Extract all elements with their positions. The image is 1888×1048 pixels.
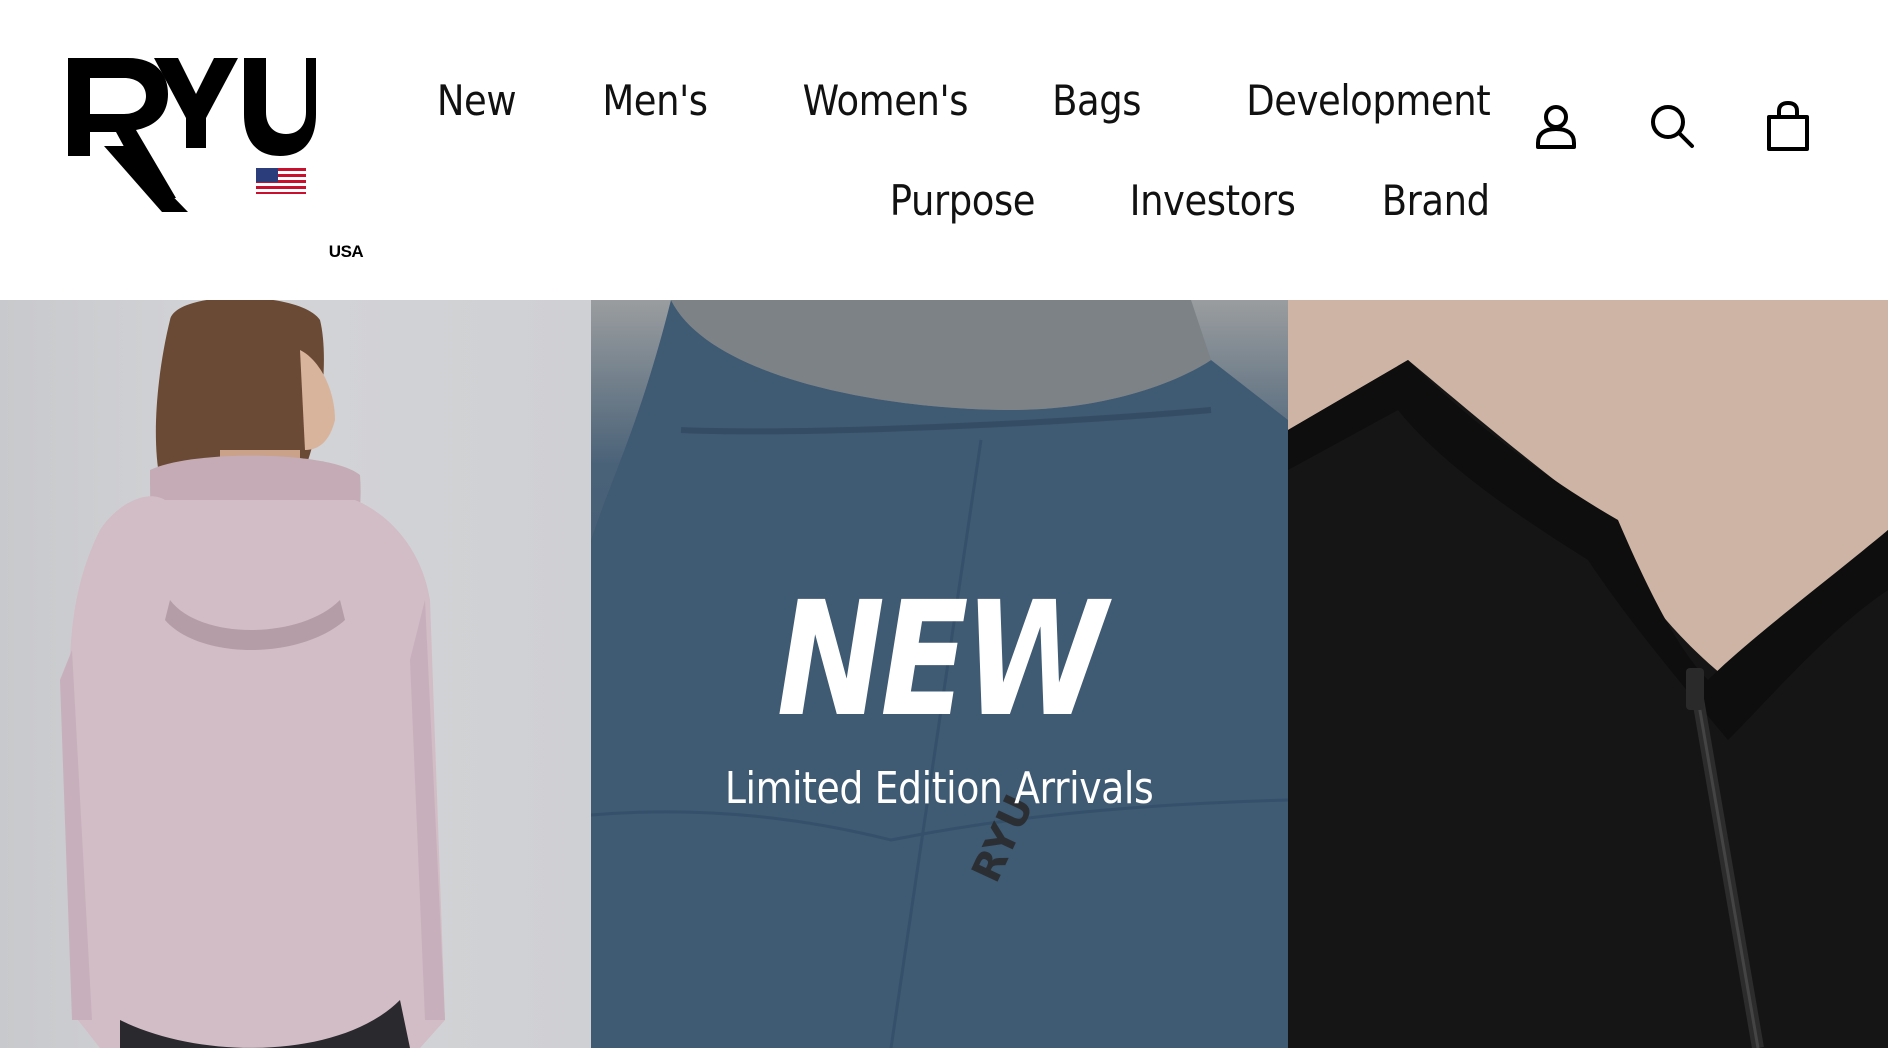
header-icons — [1530, 100, 1814, 152]
nav-item-brand[interactable]: Brand — [1382, 176, 1490, 225]
cart-icon — [1767, 101, 1809, 151]
nav-item-development[interactable]: Development — [1246, 76, 1490, 125]
nav-item-mens[interactable]: Men's — [602, 76, 708, 125]
nav-row-primary: New Men's Women's Bags Development — [430, 50, 1491, 150]
ryu-logo-mark — [68, 58, 316, 212]
hero-subtitle: Limited Edition Arrivals — [725, 763, 1154, 814]
nav-item-purpose[interactable]: Purpose — [890, 176, 1036, 225]
hero-text-block: NEW Limited Edition Arrivals — [591, 580, 1288, 814]
brand-logo[interactable]: USA — [64, 52, 364, 261]
nav-item-bags[interactable]: Bags — [1052, 76, 1141, 125]
nav-item-womens[interactable]: Women's — [802, 76, 968, 125]
cart-button[interactable] — [1762, 100, 1814, 152]
jacket-collar-illustration — [1288, 300, 1888, 1048]
account-button[interactable] — [1530, 100, 1582, 152]
model-hoodie-illustration — [60, 300, 445, 1048]
main-navigation: New Men's Women's Bags Development Purpo… — [430, 50, 1491, 250]
nav-item-investors[interactable]: Investors — [1130, 176, 1296, 225]
nav-item-new[interactable]: New — [437, 76, 517, 125]
hero-image-left — [0, 300, 591, 1048]
search-button[interactable] — [1646, 100, 1698, 152]
hero-banner[interactable]: RYU NEW Limited Edition Arrivals — [0, 300, 1888, 1048]
country-label: USA — [328, 242, 364, 261]
site-header: USA New Men's Women's Bags Development P… — [0, 0, 1888, 300]
account-icon — [1536, 105, 1576, 149]
nav-row-secondary: Purpose Investors Brand — [430, 150, 1491, 250]
usa-flag-icon — [256, 168, 306, 194]
hero-image-right — [1288, 300, 1888, 1048]
hero-title: NEW — [776, 568, 1107, 752]
search-icon — [1651, 105, 1694, 148]
